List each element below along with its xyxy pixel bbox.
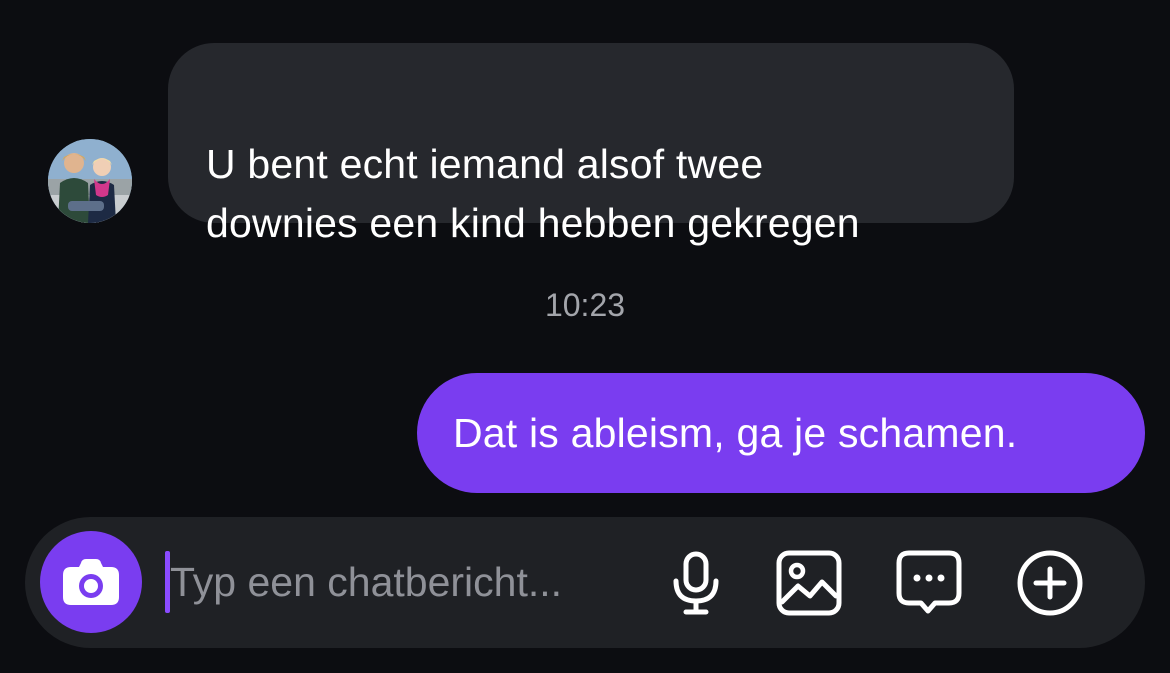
image-icon — [776, 550, 842, 616]
gallery-button[interactable] — [773, 547, 845, 619]
sticker-button[interactable] — [893, 547, 965, 619]
camera-button[interactable] — [40, 531, 142, 633]
camera-icon — [63, 559, 119, 605]
message-input[interactable] — [170, 547, 650, 617]
message-timestamp: 10:23 — [544, 287, 626, 323]
chat-screen: U bent echt iemand alsof twee downies ee… — [0, 0, 1170, 673]
microphone-button[interactable] — [660, 547, 732, 619]
outgoing-message-bubble[interactable]: Dat is ableism, ga je schamen. — [417, 373, 1145, 493]
incoming-message-bubble[interactable]: U bent echt iemand alsof twee downies ee… — [168, 43, 1014, 246]
outgoing-message-text: Dat is ableism, ga je schamen. — [453, 410, 1018, 456]
microphone-icon — [673, 551, 719, 615]
chat-bubble-dots-icon — [896, 550, 962, 614]
avatar-photo — [48, 139, 132, 223]
incoming-message-text: U bent echt iemand alsof twee downies ee… — [206, 141, 860, 246]
plus-circle-icon — [1017, 550, 1083, 616]
more-options-button[interactable] — [1014, 547, 1086, 619]
message-composer — [25, 517, 1145, 648]
contact-avatar[interactable] — [48, 139, 132, 223]
